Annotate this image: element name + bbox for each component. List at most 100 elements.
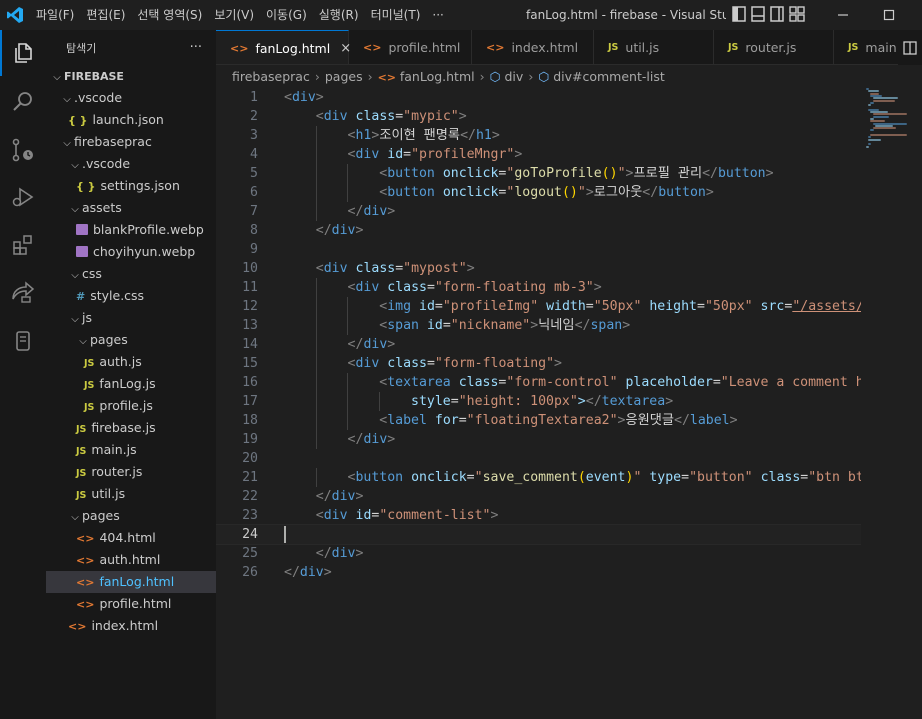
code-line[interactable]: 14 </div>: [216, 335, 861, 354]
minimize-button[interactable]: [820, 0, 866, 30]
folder-css[interactable]: ⌵ css: [46, 263, 216, 285]
tree-item-label: .vscode: [82, 156, 131, 171]
source-control-icon[interactable]: [0, 127, 46, 173]
code-line[interactable]: 9: [216, 240, 861, 259]
file-profile-html[interactable]: <> profile.html: [46, 593, 216, 615]
code-line[interactable]: 6 <button onclick="logout()">로그아웃</butto…: [216, 183, 861, 202]
breadcrumb-item-2[interactable]: fanLog.html: [400, 69, 475, 84]
remote-explorer-icon[interactable]: [0, 270, 46, 316]
menu-item-4[interactable]: 이동(G): [260, 4, 313, 26]
device-icon[interactable]: [0, 318, 46, 364]
menu-item-7[interactable]: ···: [426, 4, 449, 26]
extensions-icon[interactable]: [0, 222, 46, 268]
search-icon[interactable]: [0, 78, 46, 124]
tab-fanlog-html[interactable]: <> fanLog.html ×: [216, 30, 351, 64]
folder-firebase[interactable]: ⌵ FIREBASE: [46, 65, 216, 87]
file-profile-js[interactable]: JS profile.js: [46, 395, 216, 417]
folder-js[interactable]: ⌵ js: [46, 307, 216, 329]
file-blankprofile-webp[interactable]: blankProfile.webp: [46, 219, 216, 241]
line-number: 2: [250, 109, 258, 124]
file-launch-json[interactable]: { } launch.json: [46, 109, 216, 131]
breadcrumb-item-0[interactable]: firebaseprac: [232, 69, 310, 84]
menu-item-6[interactable]: 터미널(T): [365, 4, 427, 26]
menu-item-3[interactable]: 보기(V): [208, 4, 260, 26]
file-util-js[interactable]: JS util.js: [46, 483, 216, 505]
file-firebase-js[interactable]: JS firebase.js: [46, 417, 216, 439]
tab-profile-html[interactable]: <> profile.html: [349, 30, 472, 64]
menu-item-2[interactable]: 선택 영역(S): [131, 4, 208, 26]
file-main-js[interactable]: JS main.js: [46, 439, 216, 461]
code-line[interactable]: 11 <div class="form-floating mb-3">: [216, 278, 861, 297]
code-line[interactable]: 17 style="height: 100px"></textarea>: [216, 392, 861, 411]
menu-item-0[interactable]: 파일(F): [30, 4, 80, 26]
breadcrumb-item-4[interactable]: div#comment-list: [553, 69, 665, 84]
code-line[interactable]: 24: [216, 524, 861, 545]
code-text: </div>: [347, 432, 396, 447]
file-auth-html[interactable]: <> auth.html: [46, 549, 216, 571]
maximize-button[interactable]: [866, 0, 912, 30]
file-settings-json[interactable]: { } settings.json: [46, 175, 216, 197]
code-line[interactable]: 3 <h1>조이현 팬명록</h1>: [216, 126, 861, 145]
toggle-sidebar-icon[interactable]: [732, 6, 746, 25]
file-choyihyun-webp[interactable]: choyihyun.webp: [46, 241, 216, 263]
code-line[interactable]: 12 <img id="profileImg" width="50px" hei…: [216, 297, 861, 316]
code-line[interactable]: 10 <div class="mypost">: [216, 259, 861, 278]
code-editor[interactable]: 1 <div> 2 <div class="mypic"> 3 <h1>조이현 팬명록…: [216, 88, 861, 719]
tab-util-js[interactable]: JS util.js: [594, 30, 714, 64]
breadcrumb-item-1[interactable]: pages: [325, 69, 363, 84]
folder-pages[interactable]: ⌵ pages: [46, 329, 216, 351]
run-debug-icon[interactable]: [0, 174, 46, 220]
explorer-more-button[interactable]: ···: [190, 40, 202, 55]
code-line[interactable]: 7 </div>: [216, 202, 861, 221]
tab-label: main: [865, 40, 897, 55]
tab-router-js[interactable]: JS router.js: [714, 30, 834, 64]
code-line[interactable]: 19 </div>: [216, 430, 861, 449]
file-router-js[interactable]: JS router.js: [46, 461, 216, 483]
css-file-icon: #: [76, 290, 86, 303]
code-line[interactable]: 13 <span id="nickname">닉네임</span>: [216, 316, 861, 335]
code-line[interactable]: 18 <label for="floatingTextarea2">응원댓글</…: [216, 411, 861, 430]
explorer-icon[interactable]: [0, 30, 46, 76]
tab-index-html[interactable]: <> index.html: [472, 30, 594, 64]
folder-vscode[interactable]: ⌵ .vscode: [46, 153, 216, 175]
file-auth-js[interactable]: JS auth.js: [46, 351, 216, 373]
code-line[interactable]: 16 <textarea class="form-control" placeh…: [216, 373, 861, 392]
file-index-html[interactable]: <> index.html: [46, 615, 216, 637]
menu-item-5[interactable]: 실행(R): [313, 4, 365, 26]
code-line[interactable]: 26 </div>: [216, 563, 861, 582]
code-line[interactable]: 23 <div id="comment-list">: [216, 506, 861, 525]
folder-assets[interactable]: ⌵ assets: [46, 197, 216, 219]
split-editor-icon[interactable]: [898, 30, 922, 65]
js-file-icon: JS: [76, 490, 87, 501]
menu-item-1[interactable]: 편집(E): [80, 4, 131, 26]
code-line[interactable]: 25 </div>: [216, 544, 861, 563]
minimap[interactable]: [866, 88, 914, 148]
layout-controls: [732, 6, 805, 25]
file-fanlog-html[interactable]: <> fanLog.html: [46, 571, 216, 593]
folder-vscode[interactable]: ⌵ .vscode: [46, 87, 216, 109]
tab-main[interactable]: JS main: [834, 30, 908, 64]
js-file-icon: JS: [76, 446, 87, 457]
file-404-html[interactable]: <> 404.html: [46, 527, 216, 549]
breadcrumb-item-3[interactable]: div: [505, 69, 524, 84]
code-line[interactable]: 20: [216, 449, 861, 468]
customize-layout-icon[interactable]: [789, 6, 805, 25]
toggle-panel-icon[interactable]: [751, 6, 765, 25]
js-file-icon: JS: [728, 42, 739, 53]
code-line[interactable]: 2 <div class="mypic">: [216, 107, 861, 126]
file-fanlog-js[interactable]: JS fanLog.js: [46, 373, 216, 395]
tree-item-label: css: [82, 266, 102, 281]
code-line[interactable]: 1 <div>: [216, 88, 861, 107]
line-number: 17: [242, 394, 258, 409]
toggle-secondary-sidebar-icon[interactable]: [770, 6, 784, 25]
code-line[interactable]: 22 </div>: [216, 487, 861, 506]
code-line[interactable]: 5 <button onclick="goToProfile()">프로필 관리…: [216, 164, 861, 183]
minimap-line: [870, 129, 874, 132]
folder-pages[interactable]: ⌵ pages: [46, 505, 216, 527]
folder-firebaseprac[interactable]: ⌵ firebaseprac: [46, 131, 216, 153]
code-line[interactable]: 15 <div class="form-floating">: [216, 354, 861, 373]
file-style-css[interactable]: # style.css: [46, 285, 216, 307]
code-line[interactable]: 8 </div>: [216, 221, 861, 240]
code-line[interactable]: 21 <button onclick="save_comment(event)"…: [216, 468, 861, 487]
code-line[interactable]: 4 <div id="profileMngr">: [216, 145, 861, 164]
